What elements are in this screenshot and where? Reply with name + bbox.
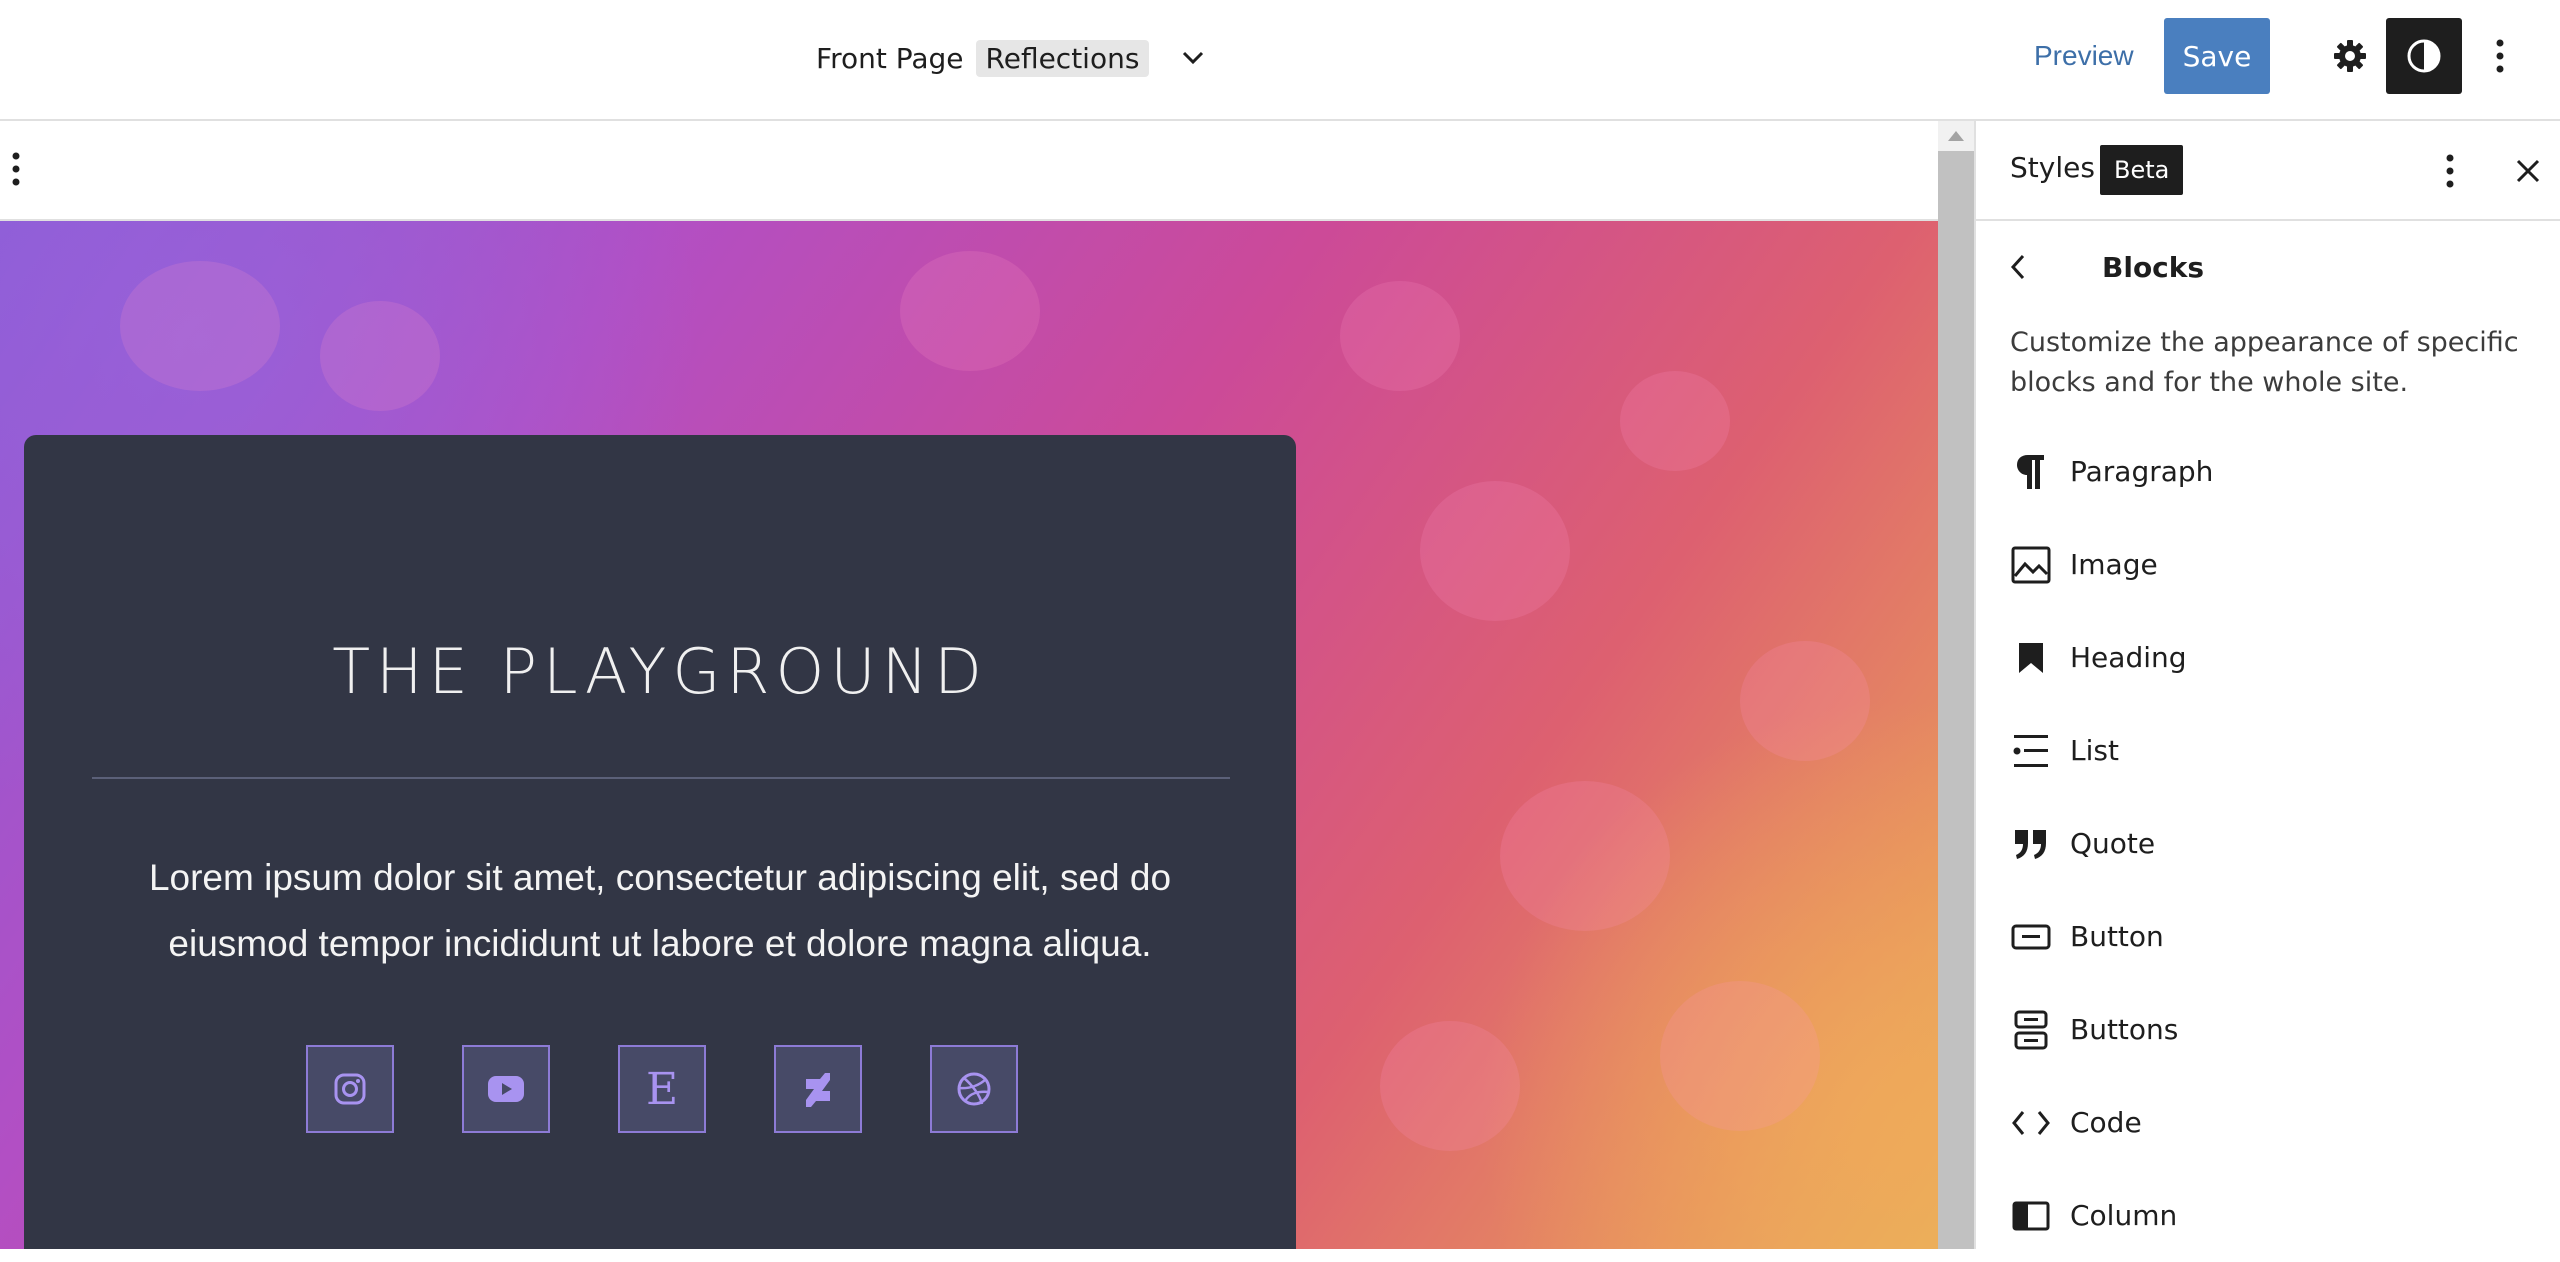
- block-label: Button: [2070, 920, 2164, 953]
- block-item-code[interactable]: Code: [1976, 1076, 2560, 1169]
- block-label: List: [2070, 734, 2119, 767]
- sidebar-more-icon[interactable]: [2430, 149, 2470, 193]
- block-item-list[interactable]: List: [1976, 704, 2560, 797]
- gear-icon[interactable]: [2312, 18, 2388, 94]
- preview-button[interactable]: Preview: [2020, 18, 2148, 94]
- decorative-blob: [900, 251, 1040, 371]
- youtube-icon[interactable]: [462, 1045, 550, 1133]
- list-icon: [2010, 730, 2052, 772]
- save-button[interactable]: Save: [2164, 18, 2270, 94]
- editor-header: Front Page Reflections Preview Save: [0, 0, 2560, 121]
- deviantart-icon[interactable]: [774, 1045, 862, 1133]
- navigator-header: Blocks: [1976, 237, 2560, 297]
- site-title[interactable]: THE PLAYGROUND: [24, 635, 1296, 708]
- close-icon[interactable]: [2506, 149, 2550, 193]
- sidebar-header: Styles Beta: [1976, 121, 2560, 221]
- instagram-icon[interactable]: [306, 1045, 394, 1133]
- block-label: Quote: [2070, 827, 2156, 860]
- decorative-blob: [1620, 371, 1730, 471]
- chevron-down-icon[interactable]: [1173, 38, 1213, 78]
- editor-canvas: THE PLAYGROUND Lorem ipsum dolor sit ame…: [0, 121, 1974, 1249]
- block-type-list: Paragraph Image Heading List Quote Butto…: [1976, 425, 2560, 1262]
- etsy-letter: E: [645, 1063, 679, 1115]
- paragraph-icon: [2010, 451, 2052, 493]
- block-label: Paragraph: [2070, 455, 2214, 488]
- separator: [92, 777, 1230, 779]
- button-icon: [2010, 916, 2052, 958]
- document-title[interactable]: Front Page Reflections: [816, 36, 1213, 80]
- block-label: Code: [2070, 1106, 2142, 1139]
- cover-block[interactable]: THE PLAYGROUND Lorem ipsum dolor sit ame…: [0, 221, 1938, 1249]
- etsy-icon[interactable]: E: [618, 1045, 706, 1133]
- block-label: Image: [2070, 548, 2158, 581]
- decorative-blob: [1380, 1021, 1520, 1151]
- column-icon: [2010, 1195, 2052, 1237]
- code-icon: [2010, 1102, 2052, 1144]
- template-badge: Reflections: [975, 39, 1150, 77]
- styles-sidebar: Styles Beta Blocks Customize the appeara…: [1974, 121, 2560, 1249]
- quote-icon: [2010, 823, 2052, 865]
- more-options-icon[interactable]: [2480, 18, 2520, 94]
- canvas-scrollbar[interactable]: [1938, 121, 1974, 1249]
- block-item-image[interactable]: Image: [1976, 518, 2560, 611]
- intro-paragraph[interactable]: Lorem ipsum dolor sit amet, consectetur …: [84, 845, 1236, 977]
- block-item-column[interactable]: Column: [1976, 1169, 2560, 1262]
- scroll-up-arrow-icon[interactable]: [1938, 121, 1974, 151]
- block-options-icon[interactable]: [2, 147, 30, 191]
- decorative-blob: [1340, 281, 1460, 391]
- contrast-icon[interactable]: [2386, 18, 2462, 94]
- page-name: Front Page: [816, 41, 964, 75]
- block-label: Heading: [2070, 641, 2187, 674]
- heading-icon: [2010, 637, 2052, 679]
- decorative-blob: [320, 301, 440, 411]
- section-description: Customize the appearance of specific blo…: [2010, 327, 2519, 398]
- block-item-quote[interactable]: Quote: [1976, 797, 2560, 890]
- block-item-paragraph[interactable]: Paragraph: [1976, 425, 2560, 518]
- block-item-button[interactable]: Button: [1976, 890, 2560, 983]
- block-label: Column: [2070, 1199, 2178, 1232]
- content-card[interactable]: THE PLAYGROUND Lorem ipsum dolor sit ame…: [24, 435, 1296, 1249]
- chevron-left-icon[interactable]: [1996, 245, 2040, 289]
- decorative-blob: [1500, 781, 1670, 931]
- beta-badge: Beta: [2100, 145, 2184, 195]
- decorative-blob: [120, 261, 280, 391]
- buttons-icon: [2010, 1009, 2052, 1051]
- dribbble-icon[interactable]: [930, 1045, 1018, 1133]
- block-label: Buttons: [2070, 1013, 2179, 1046]
- decorative-blob: [1740, 641, 1870, 761]
- block-item-buttons[interactable]: Buttons: [1976, 983, 2560, 1076]
- image-icon: [2010, 544, 2052, 586]
- block-toolbar: [0, 121, 1938, 221]
- decorative-blob: [1660, 981, 1820, 1131]
- sidebar-title: Styles: [2010, 151, 2095, 184]
- block-item-heading[interactable]: Heading: [1976, 611, 2560, 704]
- section-title: Blocks: [2102, 251, 2205, 284]
- decorative-blob: [1420, 481, 1570, 621]
- social-links: E: [306, 1045, 1018, 1133]
